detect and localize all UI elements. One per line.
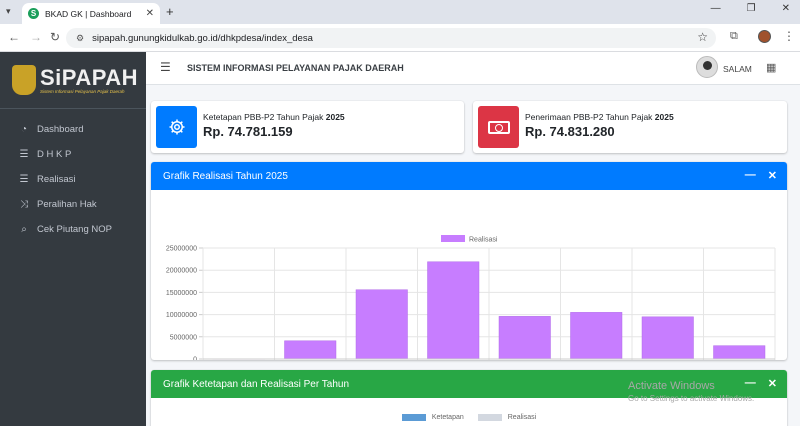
sidebar-item-peralihan-hak[interactable]: ⤨ Peralihan Hak [0, 192, 146, 217]
back-icon[interactable]: ← [8, 30, 20, 44]
y-tick-label: 20000000 [166, 268, 197, 275]
site-favicon-icon: S [28, 8, 39, 19]
money-icon [478, 106, 519, 148]
sidebar-item-label: Dashboard [37, 124, 84, 135]
info-box-value: Rp. 74.831.280 [525, 124, 615, 139]
activate-windows-watermark: Activate Windows Go to Settings to activ… [628, 380, 754, 403]
user-avatar[interactable] [696, 56, 718, 78]
search-icon: ⌕ [21, 224, 27, 235]
watermark-subtitle: Go to Settings to activate Windows. [628, 394, 755, 403]
window-controls: — ❐ ✕ [711, 3, 790, 14]
menu-toggle-icon[interactable]: ☰ [160, 60, 171, 74]
bar-agustus [713, 345, 766, 360]
legend-swatch-realisasi [441, 235, 465, 242]
info-box-label: Penerimaan PBB-P2 Tahun Pajak 2025 [525, 112, 674, 122]
close-window-icon[interactable]: ✕ [782, 3, 790, 14]
sidebar-item-label: Realisasi [37, 174, 76, 185]
browser-menu-icon[interactable]: ⋮ [783, 29, 795, 43]
top-navbar: ☰ SISTEM INFORMASI PELAYANAN PAJAK DAERA… [146, 52, 800, 85]
sidebar-nav: ◔ Dashboard ☰ D H K P ☰ Realisasi ⤨ Pera… [0, 109, 146, 242]
sidebar-item-dashboard[interactable]: ◔ Dashboard [0, 117, 146, 142]
tab-title: BKAD GK | Dashboard [45, 8, 132, 19]
url-text: sipapah.gunungkidulkab.go.id/dhkpdesa/in… [92, 32, 313, 44]
brand-name: SiPAPAH [40, 64, 139, 90]
shuffle-icon: ⤨ [20, 199, 28, 210]
card-grafik-realisasi: Grafik Realisasi Tahun 2025 — ✕ Realisas… [151, 162, 787, 360]
bar-april [427, 261, 480, 360]
sidebar-item-realisasi[interactable]: ☰ Realisasi [0, 167, 146, 192]
realisasi-bar-chart: Realisasi 0 5000000 10000000 15000000 2000000… [166, 235, 776, 361]
y-tick-label: 10000000 [166, 312, 197, 319]
card-header: Grafik Realisasi Tahun 2025 — ✕ [151, 162, 787, 190]
sidebar: SiPAPAH Sistem Informasi Pelayanan Pajak… [0, 52, 146, 426]
gunungkidul-logo [12, 65, 36, 95]
y-tick-label: 25000000 [166, 246, 197, 253]
new-tab-icon[interactable]: + [166, 4, 174, 19]
info-box-penerimaan: Penerimaan PBB-P2 Tahun Pajak 2025 Rp. 7… [473, 101, 787, 153]
chart-legend: Ketetapan Realisasi [151, 414, 787, 421]
apps-grid-icon[interactable]: ▦ [766, 61, 776, 74]
gear-icon [156, 106, 197, 148]
list-icon: ☰ [19, 149, 29, 160]
bar-februari [284, 340, 337, 360]
legend-label: Realisasi [469, 237, 498, 244]
address-bar-row: ← → ↻ ⚙ sipapah.gunungkidulkab.go.id/dhk… [0, 24, 800, 52]
info-box-year: 2025 [325, 112, 345, 122]
browser-tab[interactable]: S BKAD GK | Dashboard ✕ [22, 3, 160, 24]
collapse-icon[interactable]: — [745, 169, 756, 182]
legend-swatch-ketetapan[interactable] [401, 414, 426, 421]
sidebar-item-cek-piutang-nop[interactable]: ⌕ Cek Piutang NOP [0, 217, 146, 242]
reload-icon[interactable]: ↻ [50, 30, 60, 44]
bar-maret [355, 289, 408, 360]
close-icon[interactable]: ✕ [768, 377, 777, 390]
minimize-icon[interactable]: — [711, 3, 721, 14]
y-tick-label: 15000000 [166, 290, 197, 297]
site-info-icon[interactable]: ⚙ [76, 33, 84, 44]
brand[interactable]: SiPAPAH Sistem Informasi Pelayanan Pajak… [0, 52, 146, 109]
info-box-year: 2025 [654, 112, 674, 122]
card-title: Grafik Ketetapan dan Realisasi Per Tahun [163, 378, 350, 390]
info-box-label: Ketetapan PBB-P2 Tahun Pajak 2025 [203, 112, 345, 122]
bar-juni [570, 312, 623, 360]
app-title: SISTEM INFORMASI PELAYANAN PAJAK DAERAH [187, 63, 404, 73]
close-icon[interactable]: ✕ [768, 169, 777, 182]
y-tick-label: 0 [193, 357, 197, 361]
user-name[interactable]: SALAM [723, 64, 752, 74]
tab-search-icon[interactable]: ▾ [6, 6, 11, 17]
info-box-value: Rp. 74.781.159 [203, 124, 293, 139]
sidebar-item-label: Peralihan Hak [37, 199, 97, 210]
sidebar-item-dhkp[interactable]: ☰ D H K P [0, 142, 146, 167]
info-box-ketetapan: Ketetapan PBB-P2 Tahun Pajak 2025 Rp. 74… [151, 101, 464, 153]
legend-swatch-realisasi[interactable] [477, 414, 502, 421]
url-input[interactable]: ⚙ sipapah.gunungkidulkab.go.id/dhkpdesa/… [66, 28, 716, 48]
browser-tab-strip: ▾ S BKAD GK | Dashboard ✕ + — ❐ ✕ [0, 0, 800, 24]
profile-avatar[interactable] [758, 30, 771, 43]
bar-mei [498, 316, 551, 360]
list-icon: ☰ [19, 174, 29, 185]
close-tab-icon[interactable]: ✕ [146, 8, 154, 19]
card-title: Grafik Realisasi Tahun 2025 [163, 170, 288, 182]
sidebar-item-label: Cek Piutang NOP [37, 224, 112, 235]
legend-label: Realisasi [507, 414, 537, 421]
legend-label: Ketetapan [431, 414, 464, 421]
brand-tagline: Sistem Informasi Pelayanan Pajak Daerah [40, 88, 125, 94]
extensions-icon[interactable]: ⧉ [730, 30, 738, 43]
y-tick-label: 5000000 [170, 334, 197, 341]
watermark-title: Activate Windows [628, 380, 715, 392]
forward-icon[interactable]: → [30, 30, 42, 44]
bookmark-star-icon[interactable]: ☆ [697, 30, 708, 44]
sidebar-item-label: D H K P [37, 149, 72, 160]
restore-icon[interactable]: ❐ [747, 3, 756, 14]
dashboard-icon: ◔ [20, 124, 28, 135]
bar-juli [641, 316, 694, 360]
